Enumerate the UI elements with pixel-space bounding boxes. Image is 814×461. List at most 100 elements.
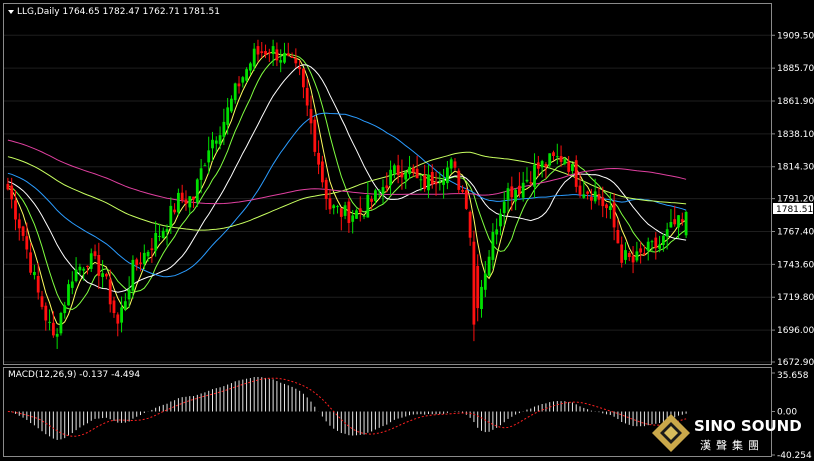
candle-body — [487, 256, 491, 276]
macd-header: MACD(12,26,9) -0.137 -4.494 — [8, 370, 140, 380]
candle-body — [165, 229, 169, 232]
current-price-label: 1781.51 — [776, 205, 813, 215]
candle-body — [351, 215, 355, 222]
candle-body — [385, 185, 389, 189]
candle-body — [355, 210, 358, 219]
candle-body — [21, 226, 25, 236]
candle-body — [305, 87, 309, 106]
candle-body — [400, 172, 404, 178]
candle-body — [40, 296, 44, 307]
candle-body — [233, 83, 237, 101]
candle-body — [510, 186, 514, 198]
candle-body — [237, 83, 241, 87]
candle-body — [483, 273, 487, 290]
candle-body — [627, 253, 631, 257]
candle-body — [616, 230, 620, 244]
candle-body — [389, 169, 392, 186]
candle-body — [472, 241, 476, 325]
candle-body — [461, 190, 464, 192]
candle-body — [590, 196, 593, 201]
candle-body — [108, 279, 112, 305]
candle-body — [525, 179, 529, 182]
candle-body — [370, 198, 373, 202]
candle-body — [290, 56, 294, 58]
candle-body — [6, 183, 10, 190]
price-tick-label: 1909.50 — [777, 31, 814, 41]
candle-body — [123, 301, 127, 310]
candle-body — [25, 236, 29, 250]
price-tick-label: 1743.60 — [777, 260, 814, 270]
candle-body — [396, 165, 400, 176]
candle-body — [241, 77, 245, 83]
candle-body — [82, 268, 86, 271]
candle-body — [533, 165, 536, 187]
candle-body — [44, 305, 48, 321]
background — [0, 0, 814, 461]
candle-body — [294, 58, 298, 64]
candle-body — [33, 272, 36, 276]
candle-body — [101, 273, 104, 277]
candle-body — [449, 159, 453, 169]
candle-body — [464, 190, 468, 209]
candle-body — [150, 248, 154, 251]
candle-body — [578, 185, 582, 195]
candle-body — [586, 191, 589, 194]
candle-body — [662, 235, 665, 245]
candle-body — [419, 179, 423, 181]
candle-body — [601, 197, 605, 207]
candle-body — [203, 165, 207, 167]
price-tick-label: 1838.10 — [777, 130, 814, 140]
candle-body — [275, 49, 279, 61]
candle-body — [116, 314, 120, 324]
candle-body — [343, 205, 347, 216]
candle-body — [169, 205, 173, 227]
candle-body — [650, 241, 654, 243]
candle-body — [63, 305, 67, 314]
candle-body — [624, 250, 627, 260]
candle-body — [161, 230, 165, 238]
price-tick-label: 1767.40 — [777, 228, 814, 238]
current-price-tag: 1781.51 — [773, 203, 813, 215]
candle-body — [358, 208, 362, 213]
candle-body — [438, 181, 442, 183]
candle-body — [347, 201, 351, 223]
candle-body — [563, 158, 567, 164]
price-tick-label: 1719.80 — [777, 293, 814, 303]
candle-body — [245, 69, 248, 81]
candle-body — [339, 208, 343, 217]
candle-body — [608, 206, 612, 210]
candle-body — [192, 196, 195, 200]
candle-body — [555, 156, 559, 158]
candle-body — [328, 198, 332, 210]
candle-body — [499, 213, 502, 227]
candle-body — [321, 161, 324, 183]
candle-body — [582, 194, 586, 198]
price-tick-label: 1696.00 — [777, 326, 814, 336]
candle-body — [559, 156, 563, 162]
candle-body — [195, 179, 199, 203]
candle-body — [158, 236, 161, 237]
candle-body — [267, 52, 271, 54]
candle-body — [605, 204, 608, 209]
candle-body — [332, 205, 336, 209]
candle-body — [120, 307, 123, 323]
candle-body — [366, 194, 370, 218]
candle-body — [70, 281, 74, 288]
candle-body — [127, 289, 131, 300]
candle-body — [10, 185, 14, 200]
candle-body — [377, 190, 381, 192]
candle-body — [544, 164, 548, 167]
candle-body — [214, 140, 218, 144]
candle-body — [36, 276, 40, 293]
candle-body — [453, 161, 457, 168]
candle-body — [427, 174, 430, 191]
candle-body — [665, 229, 669, 237]
candle-body — [93, 251, 97, 257]
candle-body — [536, 162, 540, 169]
candle-body — [211, 139, 214, 149]
candle-body — [491, 232, 495, 260]
macd-tick-label: 0.00 — [777, 408, 797, 418]
macd-tick-label: -40.254 — [777, 451, 812, 461]
candle-body — [67, 284, 70, 306]
candle-body — [260, 51, 264, 53]
